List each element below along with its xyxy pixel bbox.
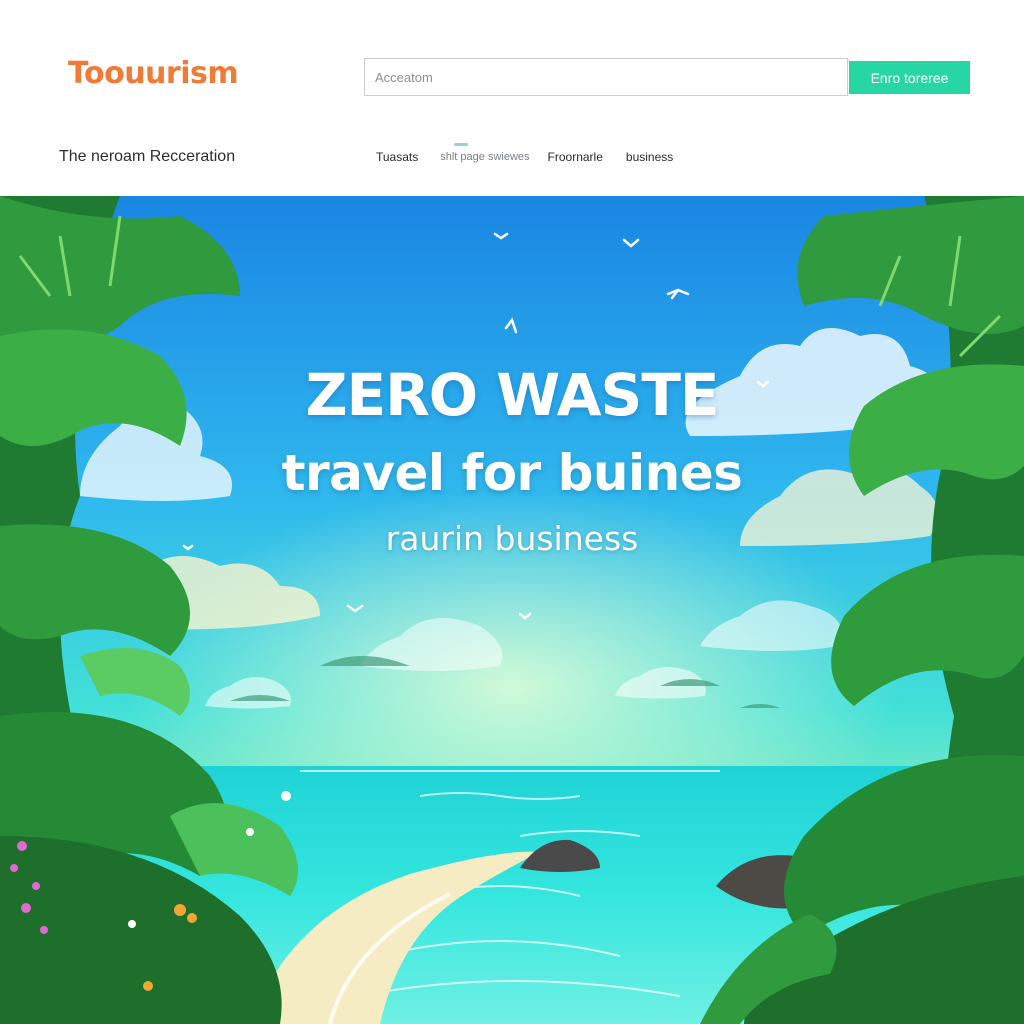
site-header: Toouurism Enro toreree The neroam Reccer…: [0, 0, 1024, 196]
hero-banner: ZERO WASTE travel for buines raurin busi…: [0, 196, 1024, 1024]
hero-illustration: [0, 196, 1024, 1024]
cta-button[interactable]: Enro toreree: [849, 61, 970, 94]
nav-link-tuasats[interactable]: Tuasats: [376, 150, 418, 164]
site-subtitle: The neroam Recceration: [59, 148, 236, 165]
nav-link-business[interactable]: business: [626, 150, 673, 164]
search-box: [364, 58, 848, 96]
hero-subheadline: raurin business: [385, 519, 639, 558]
nav-link-page-views[interactable]: shlt page swiewes: [440, 143, 530, 163]
hero-headline-secondary: travel for buines: [281, 444, 743, 502]
site-logo[interactable]: Toouurism: [68, 56, 239, 91]
page: Toouurism Enro toreree The neroam Reccer…: [0, 0, 1024, 1024]
main-nav: Tuasats shlt page swiewes Froornarle bus…: [376, 143, 673, 164]
search-input[interactable]: [365, 59, 847, 95]
nav-link-froornarle[interactable]: Froornarle: [548, 150, 603, 164]
hero-headline: ZERO WASTE: [305, 361, 719, 429]
